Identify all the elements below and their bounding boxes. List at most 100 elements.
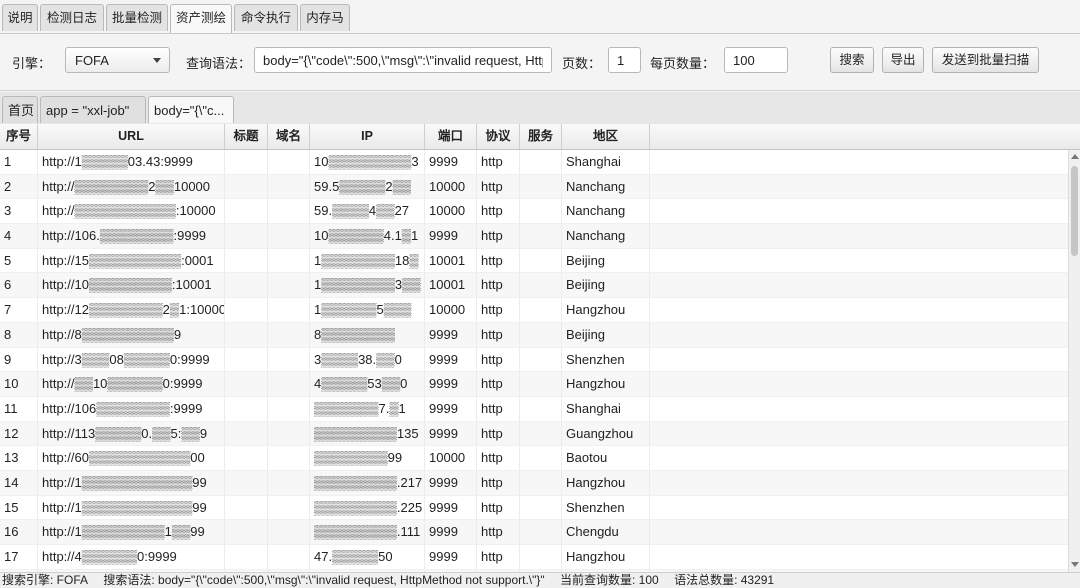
send-to-batch-scan-button[interactable]: 发送到批量扫描 bbox=[932, 47, 1039, 73]
column-header-url[interactable]: URL bbox=[38, 124, 225, 149]
table-row[interactable]: 2 http://▒▒▒▒▒▒▒▒2▒▒10000 59.5▒▒▒▒▒2▒▒ 1000… bbox=[0, 174, 1068, 200]
result-tab-home[interactable]: 首页 bbox=[2, 96, 38, 123]
column-header-domain[interactable]: 域名 bbox=[268, 124, 310, 149]
column-header-service[interactable]: 服务 bbox=[520, 124, 562, 149]
row-domain bbox=[268, 347, 310, 372]
row-protocol: http bbox=[477, 199, 520, 224]
tab-instructions[interactable]: 说明 bbox=[2, 4, 38, 31]
per-page-label: 每页数量： bbox=[650, 56, 716, 71]
row-url: http://3▒▒▒08▒▒▒▒▒0:9999 bbox=[38, 347, 225, 372]
pages-input[interactable] bbox=[608, 47, 641, 73]
chevron-down-icon bbox=[153, 58, 161, 63]
tab-batch-detection[interactable]: 批量检测 bbox=[106, 4, 168, 31]
row-number: 13 bbox=[0, 446, 38, 470]
row-domain bbox=[268, 446, 310, 470]
row-url: http://1▒▒▒▒▒▒▒▒▒1▒▒99 bbox=[38, 520, 225, 544]
row-ip: ▒▒▒▒▒▒▒▒▒.217 bbox=[310, 470, 425, 495]
engine-select-value: FOFA bbox=[75, 53, 109, 68]
search-toolbar: 引擎： FOFA 查询语法： 页数： 每页数量： 搜索 导出 发送到批量扫描 bbox=[0, 34, 1080, 91]
table-row[interactable]: 9 http://3▒▒▒08▒▒▒▒▒0:9999 3▒▒▒▒38.▒▒0 9999… bbox=[0, 347, 1068, 373]
row-domain bbox=[268, 545, 310, 569]
row-port: 9999 bbox=[425, 322, 477, 347]
row-ip: ▒▒▒▒▒▒▒▒▒135 bbox=[310, 421, 425, 446]
scroll-down-icon[interactable] bbox=[1071, 562, 1079, 567]
row-protocol: http bbox=[477, 470, 520, 495]
tab-command-exec[interactable]: 命令执行 bbox=[234, 4, 298, 31]
row-region: Hangzhou bbox=[562, 470, 650, 495]
column-header-protocol[interactable]: 协议 bbox=[477, 124, 520, 149]
row-protocol: http bbox=[477, 520, 520, 544]
row-protocol: http bbox=[477, 298, 520, 322]
row-region: Nanchang bbox=[562, 174, 650, 199]
row-ip: 8▒▒▒▒▒▒▒▒ bbox=[310, 322, 425, 347]
engine-select[interactable]: FOFA bbox=[65, 47, 170, 73]
row-domain bbox=[268, 396, 310, 421]
column-header-title[interactable]: 标题 bbox=[225, 124, 268, 149]
table-row[interactable]: 6 http://10▒▒▒▒▒▒▒▒▒:10001 1▒▒▒▒▒▒▒▒3▒▒ 100… bbox=[0, 273, 1068, 299]
row-number: 1 bbox=[0, 150, 38, 174]
row-title bbox=[225, 199, 268, 224]
table-row[interactable]: 3 http://▒▒▒▒▒▒▒▒▒▒▒:10000 59.▒▒▒▒4▒▒27 100… bbox=[0, 199, 1068, 225]
per-page-input[interactable] bbox=[724, 47, 788, 73]
row-protocol: http bbox=[477, 446, 520, 470]
row-ip: 10▒▒▒▒▒▒▒▒▒3 bbox=[310, 150, 425, 174]
row-url: http://1▒▒▒▒▒03.43:9999 bbox=[38, 150, 225, 174]
table-row[interactable]: 4 http://106.▒▒▒▒▒▒▒▒:9999 10▒▒▒▒▒▒4.1▒1 99… bbox=[0, 224, 1068, 249]
row-number: 6 bbox=[0, 273, 38, 298]
row-title bbox=[225, 174, 268, 199]
row-number: 14 bbox=[0, 470, 38, 495]
column-header-ip[interactable]: IP bbox=[310, 124, 425, 149]
row-service bbox=[520, 150, 562, 174]
scroll-up-icon[interactable] bbox=[1071, 154, 1079, 159]
column-header-port[interactable]: 端口 bbox=[425, 124, 477, 149]
query-label: 查询语法： bbox=[186, 56, 252, 71]
query-input[interactable] bbox=[254, 47, 552, 73]
row-title bbox=[225, 470, 268, 495]
row-ip: 47.▒▒▒▒▒50 bbox=[310, 545, 425, 569]
row-title bbox=[225, 545, 268, 569]
row-url: http://60▒▒▒▒▒▒▒▒▒▒▒00 bbox=[38, 446, 225, 470]
row-number: 8 bbox=[0, 322, 38, 347]
search-button[interactable]: 搜索 bbox=[830, 47, 874, 73]
table-row[interactable]: 12 http://113▒▒▒▒▒0.▒▒5:▒▒9 ▒▒▒▒▒▒▒▒▒135 99… bbox=[0, 421, 1068, 447]
row-domain bbox=[268, 273, 310, 298]
row-service bbox=[520, 396, 562, 421]
result-tab-body-query[interactable]: body="{\"c... bbox=[148, 96, 234, 123]
row-url: http://106.▒▒▒▒▒▒▒▒:9999 bbox=[38, 224, 225, 248]
result-tab-xxl-job[interactable]: app = "xxl-job" bbox=[40, 96, 146, 123]
row-service bbox=[520, 470, 562, 495]
tab-memory-shell[interactable]: 内存马 bbox=[300, 4, 350, 31]
export-button[interactable]: 导出 bbox=[882, 47, 924, 73]
table-row[interactable]: 15 http://1▒▒▒▒▒▒▒▒▒▒▒▒99 ▒▒▒▒▒▒▒▒▒.225 999… bbox=[0, 495, 1068, 521]
row-url: http://12▒▒▒▒▒▒▒▒2▒1:10000 bbox=[38, 298, 225, 322]
scrollbar-thumb[interactable] bbox=[1071, 166, 1078, 256]
row-domain bbox=[268, 322, 310, 347]
row-url: http://▒▒10▒▒▒▒▒▒0:9999 bbox=[38, 372, 225, 396]
row-service bbox=[520, 347, 562, 372]
table-row[interactable]: 11 http://106▒▒▒▒▒▒▒▒:9999 ▒▒▒▒▒▒▒7.▒1 9999… bbox=[0, 396, 1068, 422]
row-url: http://10▒▒▒▒▒▒▒▒▒:10001 bbox=[38, 273, 225, 298]
table-row[interactable]: 8 http://8▒▒▒▒▒▒▒▒▒▒9 8▒▒▒▒▒▒▒▒ 9999 http Bei… bbox=[0, 322, 1068, 348]
row-number: 2 bbox=[0, 174, 38, 199]
vertical-scrollbar[interactable] bbox=[1068, 150, 1080, 572]
tab-detection-log[interactable]: 检测日志 bbox=[40, 4, 104, 31]
column-header-no[interactable]: 序号 bbox=[0, 124, 38, 149]
table-row[interactable]: 10 http://▒▒10▒▒▒▒▒▒0:9999 4▒▒▒▒▒53▒▒0 9999… bbox=[0, 372, 1068, 397]
row-number: 9 bbox=[0, 347, 38, 372]
row-region: Hangzhou bbox=[562, 545, 650, 569]
row-protocol: http bbox=[477, 396, 520, 421]
tab-asset-mapping[interactable]: 资产测绘 bbox=[170, 4, 232, 33]
table-row[interactable]: 16 http://1▒▒▒▒▒▒▒▒▒1▒▒99 ▒▒▒▒▒▒▒▒▒.111 999… bbox=[0, 520, 1068, 545]
row-number: 11 bbox=[0, 396, 38, 421]
column-header-region[interactable]: 地区 bbox=[562, 124, 650, 149]
table-row[interactable]: 7 http://12▒▒▒▒▒▒▒▒2▒1:10000 1▒▒▒▒▒▒5▒▒▒ 10… bbox=[0, 298, 1068, 323]
row-title bbox=[225, 298, 268, 322]
row-number: 4 bbox=[0, 224, 38, 248]
table-row[interactable]: 13 http://60▒▒▒▒▒▒▒▒▒▒▒00 ▒▒▒▒▒▒▒▒99 10000 h… bbox=[0, 446, 1068, 471]
table-row[interactable]: 14 http://1▒▒▒▒▒▒▒▒▒▒▒▒99 ▒▒▒▒▒▒▒▒▒.217 999… bbox=[0, 470, 1068, 496]
row-title bbox=[225, 520, 268, 544]
table-row[interactable]: 17 http://4▒▒▒▒▒▒0:9999 47.▒▒▒▒▒50 9999 http… bbox=[0, 545, 1068, 570]
row-ip: 59.5▒▒▒▒▒2▒▒ bbox=[310, 174, 425, 199]
table-row[interactable]: 1 http://1▒▒▒▒▒03.43:9999 10▒▒▒▒▒▒▒▒▒3 9999… bbox=[0, 150, 1068, 175]
table-row[interactable]: 5 http://15▒▒▒▒▒▒▒▒▒▒:0001 1▒▒▒▒▒▒▒▒18▒ 100… bbox=[0, 248, 1068, 274]
